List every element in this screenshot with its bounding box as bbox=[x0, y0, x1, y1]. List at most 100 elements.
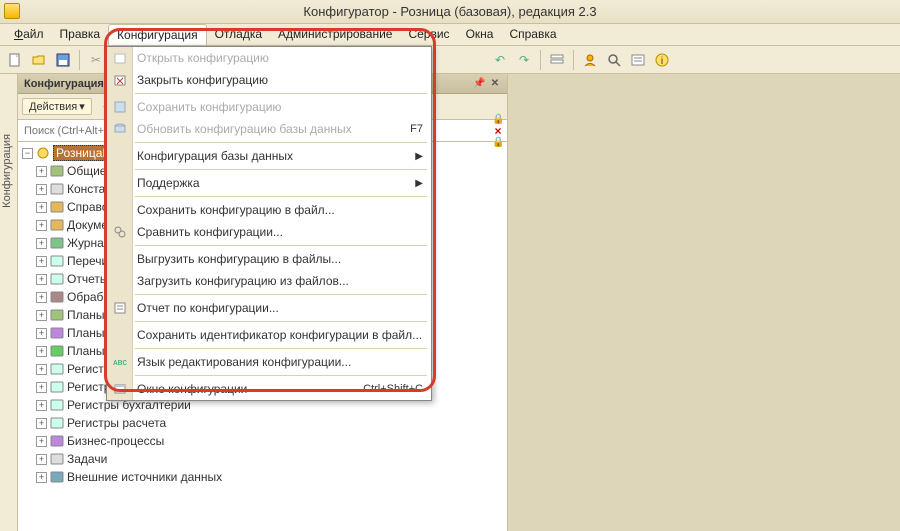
expander-icon[interactable]: + bbox=[36, 184, 47, 195]
tb-redo-icon[interactable]: ↷ bbox=[513, 49, 535, 71]
dd-save-to-file[interactable]: Сохранить конфигурацию в файл... bbox=[107, 199, 431, 221]
tree-item-icon bbox=[49, 398, 65, 412]
submenu-arrow-icon: ▶ bbox=[415, 151, 423, 162]
expander-icon[interactable]: + bbox=[36, 346, 47, 357]
open-config-icon bbox=[111, 49, 129, 67]
expander-icon[interactable]: + bbox=[36, 256, 47, 267]
panel-close-icon[interactable]: ✕ bbox=[489, 78, 501, 90]
panel-pin-icon[interactable]: 📌 bbox=[473, 78, 485, 90]
expander-icon[interactable]: + bbox=[36, 310, 47, 321]
dd-sep bbox=[135, 294, 427, 295]
tree-item-label: Регистры расчета bbox=[67, 416, 166, 430]
dd-open-config[interactable]: Открыть конфигурацию bbox=[107, 47, 431, 69]
titlebar: Конфигуратор - Розница (базовая), редакц… bbox=[0, 0, 900, 24]
window-icon bbox=[111, 380, 129, 398]
menu-help[interactable]: Справка bbox=[501, 24, 564, 45]
panel-controls: 📌 ✕ bbox=[473, 78, 501, 90]
dd-sep bbox=[135, 245, 427, 246]
expander-icon[interactable]: + bbox=[36, 400, 47, 411]
dd-report[interactable]: Отчет по конфигурации... bbox=[107, 297, 431, 319]
tb-syntax-icon[interactable] bbox=[627, 49, 649, 71]
actions-menu-button[interactable]: Действия ▾ bbox=[22, 98, 92, 115]
menu-debug[interactable]: Отладка bbox=[207, 24, 270, 45]
expander-icon[interactable]: + bbox=[36, 418, 47, 429]
expander-icon[interactable]: + bbox=[36, 472, 47, 483]
expander-icon[interactable]: + bbox=[36, 436, 47, 447]
expander-icon[interactable]: + bbox=[36, 166, 47, 177]
dd-import-files[interactable]: Загрузить конфигурацию из файлов... bbox=[107, 270, 431, 292]
expander-icon[interactable]: + bbox=[36, 292, 47, 303]
expander-icon[interactable]: + bbox=[36, 274, 47, 285]
menu-windows[interactable]: Окна bbox=[458, 24, 502, 45]
dd-sep bbox=[135, 321, 427, 322]
tb-search-icon[interactable] bbox=[603, 49, 625, 71]
config-icon bbox=[35, 146, 51, 160]
expander-icon[interactable]: − bbox=[22, 148, 33, 159]
panel-title: Конфигурация bbox=[24, 78, 104, 90]
expander-icon[interactable]: + bbox=[36, 454, 47, 465]
expander-icon[interactable]: + bbox=[36, 238, 47, 249]
dd-window[interactable]: Окно конфигурации Ctrl+Shift+C bbox=[107, 378, 431, 400]
dd-shortcut: F7 bbox=[410, 123, 423, 135]
report-icon bbox=[111, 299, 129, 317]
tree-item-icon bbox=[49, 380, 65, 394]
tb-list-icon[interactable] bbox=[546, 49, 568, 71]
dd-edit-lang[interactable]: ᴀʙᴄ Язык редактирования конфигурации... bbox=[107, 351, 431, 373]
window-title: Конфигуратор - Розница (базовая), редакц… bbox=[303, 4, 596, 19]
dd-compare[interactable]: Сравнить конфигурации... bbox=[107, 221, 431, 243]
dd-support[interactable]: Поддержка ▶ bbox=[107, 172, 431, 194]
menu-file[interactable]: Файл bbox=[6, 24, 52, 45]
dd-sep bbox=[135, 169, 427, 170]
tree-item[interactable]: + Задачи bbox=[18, 450, 507, 468]
tree-item-label: Задачи bbox=[67, 452, 107, 466]
right-pane bbox=[508, 74, 900, 531]
menu-config[interactable]: Конфигурация bbox=[108, 24, 207, 45]
chevron-down-icon: ▾ bbox=[79, 100, 85, 113]
tb-new-icon[interactable] bbox=[4, 49, 26, 71]
lock-icon: 🔒 bbox=[492, 114, 508, 125]
menu-edit[interactable]: Правка bbox=[52, 24, 109, 45]
tb-info-icon[interactable]: i bbox=[651, 49, 673, 71]
tb-open-icon[interactable] bbox=[28, 49, 50, 71]
tree-item-icon bbox=[49, 290, 65, 304]
expander-icon[interactable]: + bbox=[36, 328, 47, 339]
tree-item-label: Бизнес-процессы bbox=[67, 434, 164, 448]
dd-export-files[interactable]: Выгрузить конфигурацию в файлы... bbox=[107, 248, 431, 270]
tree-item[interactable]: +Внешние источники данных bbox=[18, 468, 507, 486]
update-db-icon bbox=[111, 120, 129, 138]
dd-db-config[interactable]: Конфигурация базы данных ▶ bbox=[107, 145, 431, 167]
dd-save-id[interactable]: Сохранить идентификатор конфигурации в ф… bbox=[107, 324, 431, 346]
tb-user-icon[interactable] bbox=[579, 49, 601, 71]
tree-item-icon bbox=[49, 200, 65, 214]
side-tab[interactable]: Конфигурация bbox=[0, 74, 18, 531]
tree-item-icon bbox=[49, 308, 65, 322]
tree-item-icon bbox=[49, 272, 65, 286]
dd-close-config[interactable]: Закрыть конфигурацию bbox=[107, 69, 431, 91]
config-dropdown: Открыть конфигурацию Закрыть конфигураци… bbox=[106, 46, 432, 401]
tb-sep bbox=[79, 50, 80, 70]
tb-sep bbox=[540, 50, 541, 70]
tree-item-icon bbox=[49, 362, 65, 376]
tb-undo-icon[interactable]: ↶ bbox=[489, 49, 511, 71]
tree-item[interactable]: + Бизнес-процессы bbox=[18, 432, 507, 450]
menu-admin[interactable]: Администрирование bbox=[270, 24, 400, 45]
tree-item-icon bbox=[49, 416, 65, 430]
dd-sep bbox=[135, 93, 427, 94]
compare-icon bbox=[111, 223, 129, 241]
expander-icon[interactable]: + bbox=[36, 220, 47, 231]
menu-service[interactable]: Сервис bbox=[400, 24, 457, 45]
save-config-icon bbox=[111, 98, 129, 116]
tree-item-label: Отчеты bbox=[67, 272, 108, 286]
tree-item-icon bbox=[49, 164, 65, 178]
tb-cut-icon[interactable]: ✂ bbox=[85, 49, 107, 71]
tb-save-icon[interactable] bbox=[52, 49, 74, 71]
expander-icon[interactable]: + bbox=[36, 202, 47, 213]
dd-sep bbox=[135, 196, 427, 197]
tree-item[interactable]: + Регистры расчета bbox=[18, 414, 507, 432]
side-tab-label: Конфигурация bbox=[1, 134, 17, 208]
dd-save-config[interactable]: Сохранить конфигурацию bbox=[107, 96, 431, 118]
dd-update-db[interactable]: Обновить конфигурацию базы данных F7 bbox=[107, 118, 431, 140]
expander-icon[interactable]: + bbox=[36, 364, 47, 375]
dd-shortcut: Ctrl+Shift+C bbox=[363, 383, 423, 395]
expander-icon[interactable]: + bbox=[36, 382, 47, 393]
